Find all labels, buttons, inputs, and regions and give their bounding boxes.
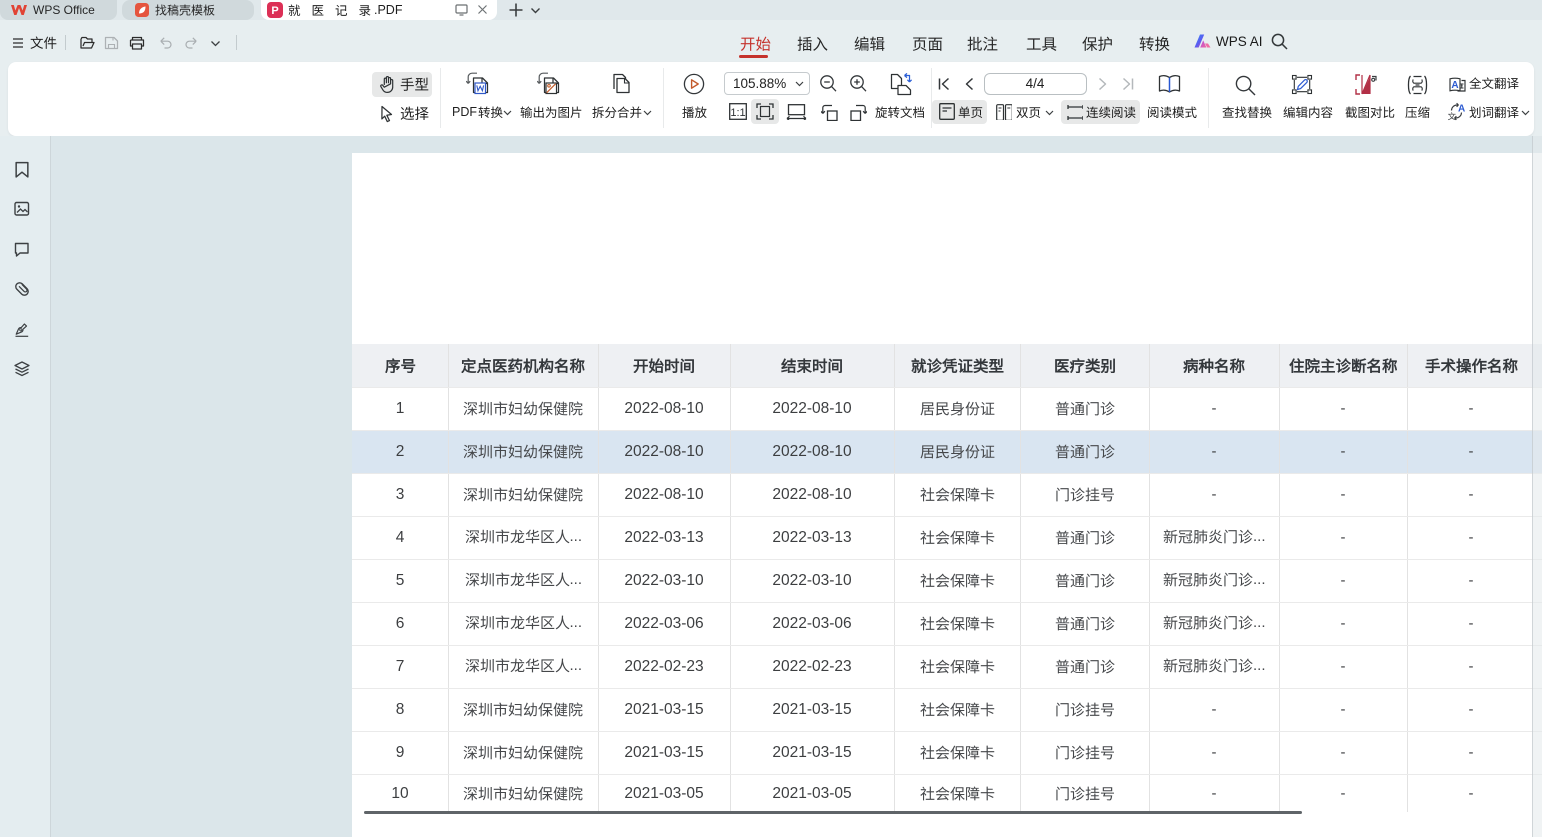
svg-text:A: A	[1458, 104, 1465, 115]
svg-text:A: A	[1451, 80, 1458, 91]
svg-text:P: P	[271, 5, 278, 17]
svg-text:1:1: 1:1	[730, 107, 745, 119]
